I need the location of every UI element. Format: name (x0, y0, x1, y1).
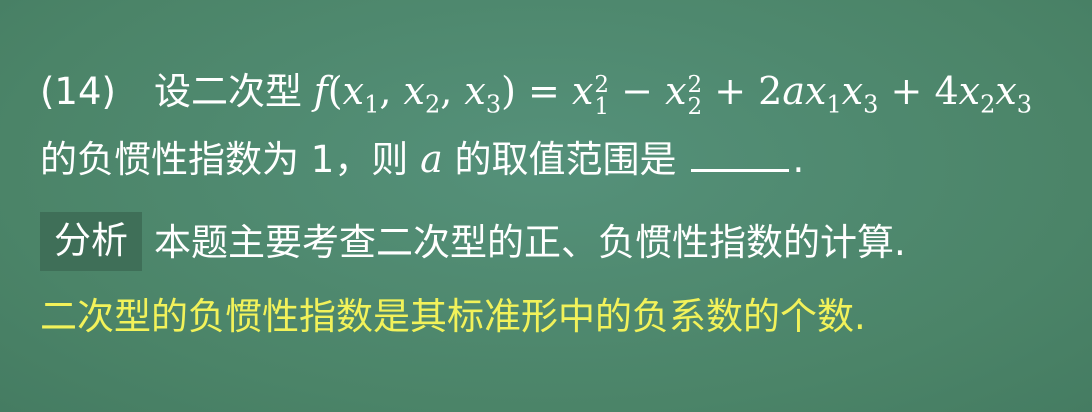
question-end: . (792, 138, 805, 181)
variable-a: a (420, 137, 443, 181)
negative-index-value: 1 (310, 138, 335, 181)
analysis-line: 分析 本题主要考查二次型的正、负惯性指数的计算. (40, 212, 906, 271)
question-intro: 设二次型 (153, 70, 302, 113)
note-line: 二次型的负惯性指数是其标准形中的负系数的个数. (40, 295, 866, 338)
question-number: (14) (40, 70, 116, 113)
analysis-tag: 分析 (40, 212, 142, 271)
answer-blank (690, 143, 789, 172)
question-line-2: 的负惯性指数为 1，则 a 的取值范围是. (40, 140, 804, 178)
question-text-b: 的取值范围是 (454, 138, 677, 181)
question-text-a: 的负惯性指数为 (40, 138, 299, 181)
question-line-1: (14) 设二次型 f(x1, x2, x3) = x21 − x22 + 2ax… (40, 69, 1033, 120)
quadratic-form-formula: f(x1, x2, x3) = x21 − x22 + 2ax1x3 + 4x2… (313, 69, 1033, 120)
question-text-then: ，则 (334, 138, 409, 181)
analysis-text: 本题主要考查二次型的正、负惯性指数的计算. (154, 221, 906, 264)
